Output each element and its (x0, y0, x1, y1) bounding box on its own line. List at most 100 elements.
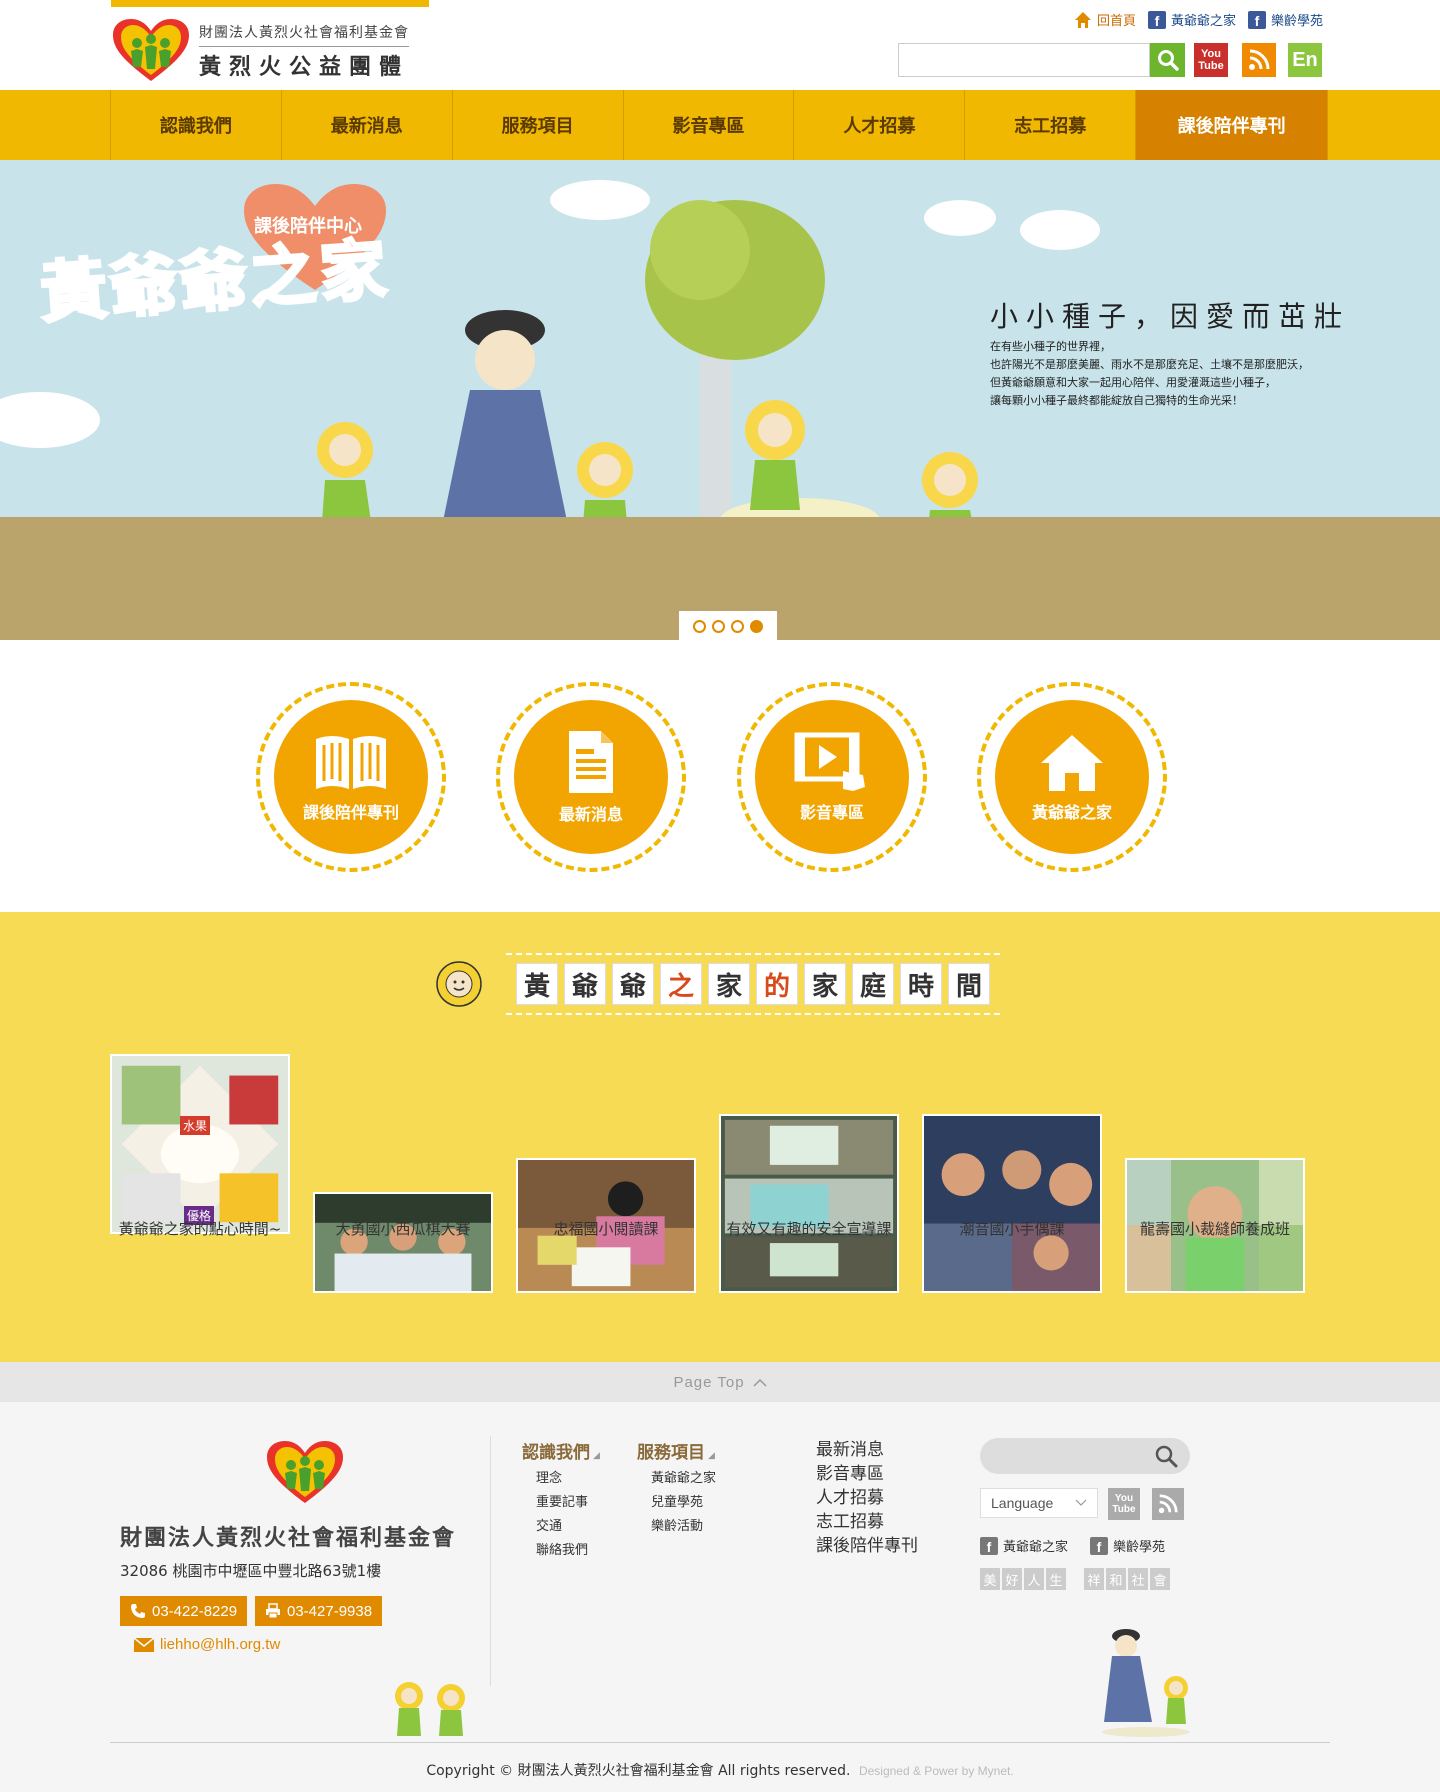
logo[interactable]: 財團法人黃烈火社會福利基金會 黃烈火公益團體 (111, 16, 431, 86)
fb-link-grandpa-home[interactable]: f 黃爺爺之家 (1147, 10, 1236, 29)
language-select[interactable]: Language (980, 1488, 1098, 1518)
quick-link-label: 黃爺爺之家 (1031, 803, 1112, 822)
slider-dot[interactable] (712, 619, 725, 633)
nav-item[interactable]: 影音專區 (624, 90, 795, 160)
search-icon[interactable] (1154, 1444, 1178, 1468)
footer-link[interactable]: 人才招募 (816, 1486, 918, 1510)
fb-link-label: 樂齡學苑 (1270, 14, 1323, 29)
photo-caption[interactable]: 大勇國小西瓜棋大賽 (313, 1218, 493, 1239)
footer-email[interactable]: liehho@hlh.org.tw (134, 1636, 280, 1653)
photo-card-watermelon-chess[interactable] (313, 1192, 493, 1293)
photo-caption[interactable]: 黃爺爺之家的點心時間~ (110, 1218, 290, 1239)
footer-email-address: liehho@hlh.org.tw (160, 1636, 281, 1653)
rss-button[interactable] (1242, 43, 1276, 77)
footer-link[interactable]: 重要記事 (536, 1491, 600, 1515)
footer-fax: 03-427-9938 (255, 1596, 383, 1626)
photo-card-safety[interactable] (719, 1114, 899, 1293)
rss-icon (1158, 1494, 1178, 1514)
banner-text-line: 讓每顆小小種子最終都能綻放自己獨特的生命光采！ (990, 394, 1243, 407)
footer-col-title[interactable]: 服務項目 (637, 1438, 716, 1463)
footer-fb-grandpa-home[interactable]: f 黃爺爺之家 (980, 1536, 1068, 1555)
nav-items: 認識我們 最新消息 服務項目 影音專區 人才招募 志工招募 課後陪伴專刊 (110, 90, 1328, 160)
tag-char: 和 (1106, 1568, 1126, 1590)
video-icon (794, 732, 865, 791)
search-input[interactable] (899, 44, 1149, 76)
footer-link[interactable]: 課後陪伴專刊 (816, 1534, 918, 1558)
search-button[interactable] (1150, 43, 1185, 77)
photo-card-puppet[interactable] (922, 1114, 1102, 1293)
footer-search-input[interactable] (980, 1438, 1190, 1474)
quick-link-label: 影音專區 (799, 803, 864, 822)
footer-link[interactable]: 樂齡活動 (651, 1515, 716, 1539)
logo-group-name: 黃烈火公益團體 (199, 53, 410, 80)
footer-col-links: 最新消息 影音專區 人才招募 志工招募 課後陪伴專刊 (816, 1438, 918, 1558)
footer-rss-button[interactable] (1152, 1488, 1184, 1520)
photo-card-snack[interactable]: 水果 優格 (110, 1054, 290, 1234)
slider-dot-active[interactable] (750, 619, 763, 633)
youtube-button[interactable]: You Tube (1194, 43, 1228, 77)
footer-phone[interactable]: 03-422-8229 (120, 1596, 248, 1626)
main-nav: 認識我們 最新消息 服務項目 影音專區 人才招募 志工招募 課後陪伴專刊 (0, 90, 1440, 160)
quick-link-news[interactable]: 最新消息 (496, 682, 686, 872)
fax-icon (266, 1603, 280, 1619)
footer-separator (110, 1742, 1330, 1743)
english-button[interactable]: En (1288, 43, 1322, 77)
footer-link[interactable]: 影音專區 (816, 1462, 918, 1486)
nav-item[interactable]: 人才招募 (794, 90, 966, 160)
footer-link[interactable]: 志工招募 (816, 1510, 918, 1534)
banner-text-line: 也許陽光不是那麼美麗、雨水不是那麼充足、土壤不是那麼肥沃， (990, 358, 1309, 371)
page-top-button[interactable]: Page Top (0, 1362, 1440, 1402)
nav-item[interactable]: 志工招募 (965, 90, 1137, 160)
quick-link-journal[interactable]: 課後陪伴專刊 (256, 682, 446, 872)
footer-link[interactable]: 聯絡我們 (536, 1539, 600, 1563)
document-icon (569, 731, 613, 793)
footer-fb-label: 黃爺爺之家 (1003, 1540, 1069, 1555)
footer-fb-label: 樂齡學苑 (1113, 1540, 1166, 1555)
footer-fax-number: 03-427-9938 (287, 1602, 373, 1620)
footer-col-services: 服務項目 黃爺爺之家 兒童學苑 樂齡活動 (637, 1438, 716, 1539)
footer-link[interactable]: 理念 (536, 1467, 600, 1491)
nav-item[interactable]: 服務項目 (453, 90, 624, 160)
quick-links: 課後陪伴專刊 最新消息 影音專區 黃爺爺之家 (0, 640, 1440, 912)
tag-char: 美 (980, 1568, 1000, 1590)
phone-icon (131, 1604, 145, 1618)
photo-caption[interactable]: 龍壽國小裁縫師養成班 (1125, 1218, 1305, 1239)
search-box (898, 43, 1150, 77)
nav-item[interactable]: 最新消息 (282, 90, 453, 160)
slider-dot[interactable] (693, 619, 706, 633)
footer-link[interactable]: 黃爺爺之家 (651, 1467, 716, 1491)
footer-link[interactable]: 交通 (536, 1515, 600, 1539)
slider-dot[interactable] (731, 619, 744, 633)
nav-item[interactable]: 認識我們 (111, 90, 282, 160)
footer-col-title[interactable]: 認識我們 (522, 1438, 600, 1463)
tag-char: 人 (1024, 1568, 1044, 1590)
search-icon (1157, 50, 1179, 71)
home-link-label: 回首頁 (1096, 14, 1136, 29)
photo-caption[interactable]: 忠福國小閱讀課 (516, 1218, 696, 1239)
nav-item[interactable]: 課後陪伴專刊 (1136, 90, 1328, 160)
chevron-down-icon (1075, 1499, 1087, 1506)
footer-link[interactable]: 兒童學苑 (651, 1491, 716, 1515)
tag-group-harmony: 祥 和 社 會 (1084, 1568, 1170, 1590)
logo-heart-icon (113, 19, 189, 81)
home-link[interactable]: 回首頁 (1074, 10, 1136, 29)
powered-by[interactable]: Designed & Power by Mynet. (859, 1764, 1014, 1778)
tag-char: 好 (1002, 1568, 1022, 1590)
tag-group-good-life: 美 好 人 生 (980, 1568, 1066, 1590)
rss-icon (1249, 49, 1270, 70)
banner-text-line: 在有些小種子的世界裡， (990, 340, 1111, 353)
book-icon (316, 736, 386, 789)
photo-caption[interactable]: 有效又有趣的安全宣導課 (719, 1218, 899, 1239)
photo-caption[interactable]: 潮音國小手偶課 (922, 1218, 1102, 1239)
photo-image (924, 1116, 1100, 1291)
tag-char: 祥 (1084, 1568, 1104, 1590)
footer-youtube-button[interactable]: You Tube (1108, 1488, 1140, 1520)
footer-link[interactable]: 最新消息 (816, 1438, 918, 1462)
photo-image (721, 1116, 897, 1291)
logo-accent-bar (111, 0, 429, 7)
fb-link-senior-academy[interactable]: f 樂齡學苑 (1247, 10, 1323, 29)
photo-label-fruit: 水果 (180, 1116, 211, 1135)
quick-link-grandpa-home[interactable]: 黃爺爺之家 (977, 682, 1167, 872)
footer-fb-senior-academy[interactable]: f 樂齡學苑 (1090, 1536, 1165, 1555)
quick-link-video[interactable]: 影音專區 (737, 682, 927, 872)
